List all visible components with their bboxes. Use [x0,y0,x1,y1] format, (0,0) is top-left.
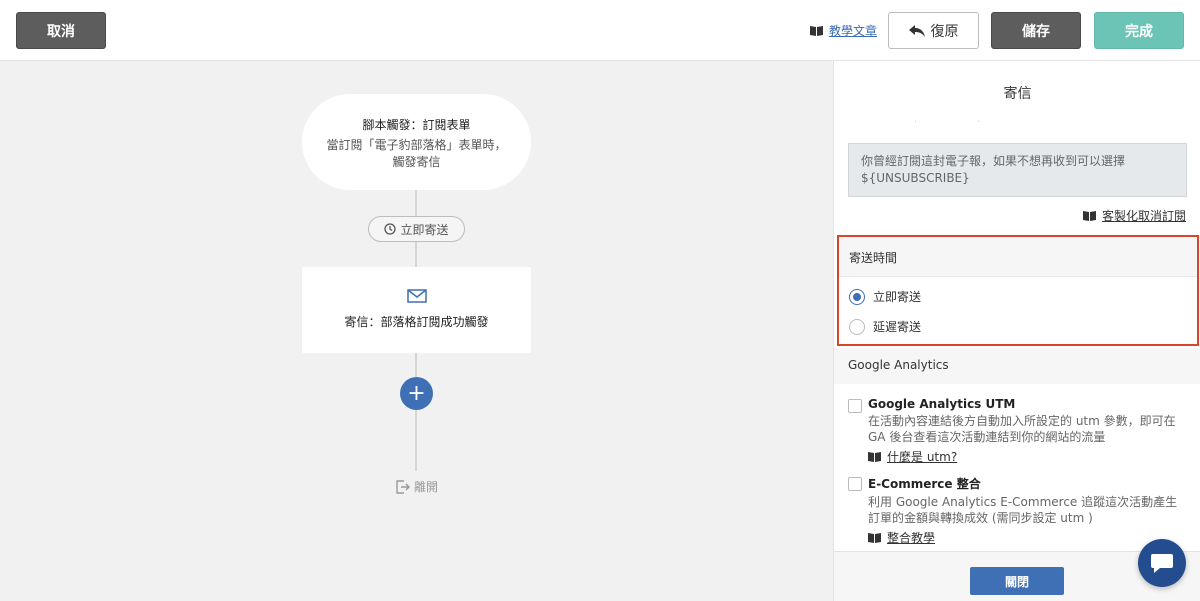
exit-label: 離開 [414,480,439,494]
flow-canvas: 腳本觸發：訂閱表單 當訂閱「電子豹部落格」表單時， 觸發寄信 立即寄送 寄信：部… [0,61,833,601]
plus-icon: + [407,380,426,406]
undo-icon [908,24,925,37]
connector-line [415,353,417,471]
undo-label: 復原 [930,23,959,40]
trigger-desc-line1: 當訂閱「電子豹部落格」表單時， [326,138,507,152]
close-button[interactable]: 關閉 [970,567,1064,595]
radio-send-now[interactable]: 立即寄送 [849,288,921,305]
custom-unsubscribe-link[interactable]: 客製化取消訂閱 [1082,207,1186,224]
ecommerce-help-label: 整合教學 [887,531,936,545]
exit-node: 離開 [396,478,438,495]
book-icon [868,533,881,543]
add-step-button[interactable]: + [400,377,433,410]
settings-panel: 寄信 ·· 你曾經訂閱這封電子報，如果不想再收到可以選擇 ${UNSUBSCRI… [833,61,1200,601]
separator-dots: ·· [914,117,1041,128]
done-button[interactable]: 完成 [1094,12,1184,49]
ecommerce-checkbox[interactable] [848,477,862,491]
trigger-title: 腳本觸發：訂閱表單 [362,118,471,132]
delay-pill[interactable]: 立即寄送 [368,216,465,242]
tutorial-link[interactable]: 教學文章 [810,22,877,39]
panel-title: 寄信 [1003,86,1032,102]
ecommerce-title: E-Commerce 整合 [868,477,981,491]
radio-button[interactable] [849,318,865,335]
utm-help-link[interactable]: 什麼是 utm? [868,448,1188,465]
undo-button[interactable]: 復原 [888,12,979,49]
radio-send-delay-label: 延遲寄送 [873,320,922,334]
chat-widget-button[interactable] [1138,539,1186,587]
utm-description: 在活動內容連結後方自動加入所設定的 utm 參數，即可在 GA 後台查看這次活動… [868,414,1176,444]
utm-help-label: 什麼是 utm? [887,450,958,464]
ga-ecommerce-option: E-Commerce 整合 利用 Google Analytics E-Comm… [848,475,1188,546]
clock-icon [384,223,397,235]
send-time-section: 寄送時間 立即寄送 延遲寄送 [837,235,1199,346]
book-icon [810,26,823,36]
ecommerce-description: 利用 Google Analytics E-Commerce 追蹤這次活動產生訂… [868,495,1178,525]
send-time-heading: 寄送時間 [839,237,1197,277]
ecommerce-help-link[interactable]: 整合教學 [868,529,1188,546]
tutorial-link-label: 教學文章 [829,24,878,38]
ga-utm-option: Google Analytics UTM 在活動內容連結後方自動加入所設定的 u… [848,397,1188,465]
book-icon [868,452,881,462]
trigger-node[interactable]: 腳本觸發：訂閱表單 當訂閱「電子豹部落格」表單時， 觸發寄信 [302,94,531,190]
chat-icon [1151,554,1173,573]
unsubscribe-text-box[interactable]: 你曾經訂閱這封電子報，如果不想再收到可以選擇 ${UNSUBSCRIBE} [848,143,1187,197]
mail-node[interactable]: 寄信：部落格訂閱成功觸發 [302,267,531,353]
delay-pill-label: 立即寄送 [400,222,449,237]
ga-heading: Google Analytics [834,348,1200,384]
radio-send-now-label: 立即寄送 [873,290,922,304]
exit-icon [396,479,410,494]
book-icon [1082,211,1096,221]
mail-node-label: 寄信：部落格訂閱成功觸發 [344,315,489,329]
cancel-button[interactable]: 取消 [16,12,106,49]
radio-send-delay[interactable]: 延遲寄送 [849,318,921,335]
top-toolbar: 取消 教學文章 復原 儲存 完成 [0,0,1200,61]
radio-button-selected[interactable] [849,288,865,305]
utm-title: Google Analytics UTM [868,397,1016,411]
custom-unsubscribe-label: 客製化取消訂閱 [1101,209,1186,223]
utm-checkbox[interactable] [848,399,862,413]
envelope-icon [406,289,427,303]
save-button[interactable]: 儲存 [991,12,1081,49]
trigger-desc-line2: 觸發寄信 [392,155,441,169]
